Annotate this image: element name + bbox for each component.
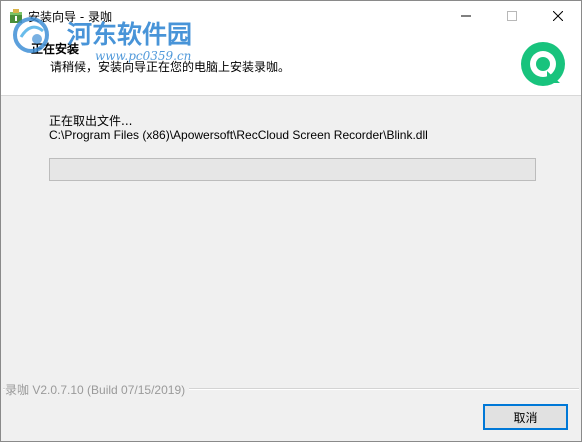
brand-version: 录咖 V2.0.7.10 (Build 07/15/2019) bbox=[5, 381, 190, 398]
cancel-button[interactable]: 取消 bbox=[483, 404, 568, 430]
current-file-path: C:\Program Files (x86)\Apowersoft\RecClo… bbox=[49, 128, 428, 142]
brand-footer: 录咖 V2.0.7.10 (Build 07/15/2019) bbox=[3, 381, 579, 398]
close-button[interactable] bbox=[535, 1, 581, 31]
minimize-icon bbox=[461, 15, 471, 17]
watermark-text: 河东软件园 bbox=[67, 20, 193, 49]
reccloud-logo-icon bbox=[521, 42, 565, 86]
maximize-icon bbox=[507, 11, 517, 21]
watermark: 河东软件园 www.pc0359.cn bbox=[5, 13, 215, 63]
extract-status: 正在取出文件... bbox=[49, 114, 133, 128]
installer-window: 安装向导 - 录咖 正在安装 请稍候，安装向导正在您的电脑上安装录咖。 河东软件… bbox=[0, 0, 582, 442]
minimize-button[interactable] bbox=[443, 1, 489, 31]
close-icon bbox=[553, 11, 563, 21]
maximize-button[interactable] bbox=[489, 1, 535, 31]
watermark-url: www.pc0359.cn bbox=[95, 49, 192, 63]
install-progress-bar bbox=[49, 158, 536, 181]
watermark-logo-icon bbox=[13, 17, 49, 53]
